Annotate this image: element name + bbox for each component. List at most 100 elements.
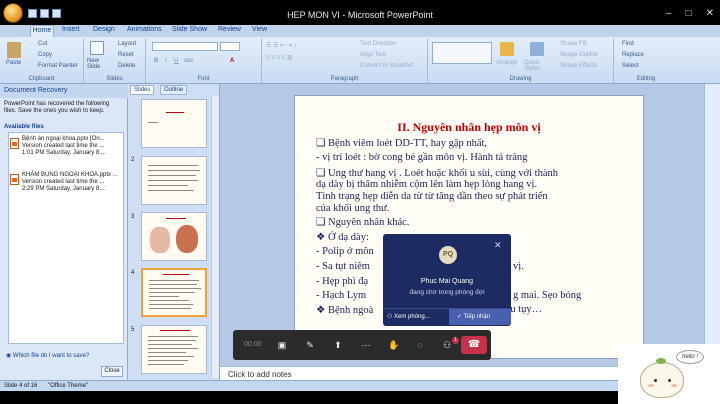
convert-smartart-button[interactable]: Convert to SmartArt: [360, 63, 413, 69]
slide-counter: Slide 4 of 16: [4, 383, 38, 389]
bun-mascot: [640, 362, 684, 398]
bold-icon[interactable]: B: [154, 58, 158, 64]
slide-bullet-fragment: g mai. Sẹo bỏng: [513, 290, 582, 301]
tab-insert[interactable]: Insert: [62, 26, 80, 33]
slide-bullet: - Hạch Lym: [316, 290, 367, 301]
quick-styles-icon[interactable]: [530, 42, 544, 56]
help-link[interactable]: ◉ Which file do I want to save?: [6, 352, 89, 359]
file-version: Version created last time the ...: [22, 179, 105, 185]
view-lobby-label: Xem phòng...: [394, 314, 430, 320]
close-recovery-button[interactable]: Close: [101, 366, 123, 377]
slide-thumbnail-selected[interactable]: [141, 268, 207, 317]
align-icons[interactable]: ≡ ≡ ≡ ≡ ▥: [266, 54, 292, 61]
tab-slide-show[interactable]: Slide Show: [172, 26, 207, 33]
status-bar: Slide 4 of 16 "Office Theme": [0, 380, 720, 391]
tab-slides[interactable]: Slides: [130, 85, 155, 95]
align-text-button[interactable]: Align Text: [360, 52, 386, 58]
clipboard-group: Paste Cut Copy Format Painter Clipboard: [0, 38, 84, 83]
participants-icon[interactable]: ⚇: [441, 340, 453, 351]
recovered-file-item[interactable]: KHÁM BỤNG NGOẠI KHOA.pptx ... Version cr…: [10, 172, 122, 206]
pptx-file-icon: [10, 174, 19, 185]
slide-bullet: Tình trạng hẹp diễn da từ từ tăng dần th…: [316, 191, 548, 202]
raise-hand-icon[interactable]: ✋: [388, 340, 400, 351]
underline-icon[interactable]: U: [174, 58, 178, 64]
slide-bullet: ❑ Bệnh viêm loét DD-TT, hay gặp nhất,: [316, 138, 488, 149]
slide-thumbnail[interactable]: [141, 212, 207, 261]
slides-scrollbar[interactable]: [211, 96, 219, 378]
font-color-icon[interactable]: A: [230, 58, 234, 64]
shapes-gallery[interactable]: [432, 42, 492, 64]
replace-button[interactable]: Replace: [622, 52, 644, 58]
camera-off-icon[interactable]: ▣: [276, 340, 288, 351]
minimize-icon[interactable]: –: [666, 8, 672, 19]
font-size-field[interactable]: [220, 42, 240, 51]
file-version: Version created last time the ...: [22, 143, 105, 149]
editor-scrollbar[interactable]: [704, 84, 720, 366]
italic-icon[interactable]: I: [165, 58, 167, 64]
shape-effects-button[interactable]: Shape Effects: [560, 63, 597, 69]
theme-name: "Office Theme": [48, 383, 89, 389]
slide-bullet: ❖ Ở dạ dày:: [316, 232, 369, 243]
tab-review[interactable]: Review: [218, 26, 241, 33]
recovered-file-item[interactable]: Bệnh án ngoại khoa.pptx [Ori... Version …: [10, 136, 122, 170]
available-files-heading: Available files: [4, 124, 44, 130]
paragraph-group: ☰ ☰ ⇤ ⇥ ↕ ≡ ≡ ≡ ≡ ▥ Text Direction Align…: [262, 38, 428, 83]
file-timestamp: 2:29 PM Saturday, January 8,...: [22, 186, 106, 192]
reset-button[interactable]: Reset: [118, 52, 134, 58]
slide-thumbnail[interactable]: [141, 99, 207, 148]
window-title: HEP MON VI - Microsoft PowerPoint: [287, 10, 433, 20]
new-slide-button[interactable]: New Slide: [87, 58, 111, 70]
select-button[interactable]: Select: [622, 63, 639, 69]
view-lobby-button[interactable]: ⚇ Xem phòng...: [387, 311, 449, 323]
hang-up-button[interactable]: ☎: [461, 336, 487, 354]
find-button[interactable]: Find: [622, 41, 634, 47]
text-direction-button[interactable]: Text Direction: [360, 41, 396, 47]
paste-button[interactable]: Paste: [6, 60, 21, 66]
bullets-icon[interactable]: ☰ ☰ ⇤ ⇥ ↕: [266, 42, 296, 49]
slide-thumbnail[interactable]: [141, 156, 207, 205]
font-name-field[interactable]: [152, 42, 218, 51]
layout-button[interactable]: Layout: [118, 41, 136, 47]
share-screen-icon[interactable]: ⬆: [332, 340, 344, 351]
tab-view[interactable]: View: [252, 26, 267, 33]
slide-number: 4: [131, 270, 135, 276]
format-painter-button[interactable]: Format Painter: [38, 63, 78, 69]
maximize-icon[interactable]: □: [686, 8, 692, 19]
chat-icon[interactable]: ◌: [414, 340, 426, 351]
tab-outline[interactable]: Outline: [160, 85, 188, 95]
quick-styles-button[interactable]: Quick Styles: [524, 60, 554, 72]
pptx-file-icon: [10, 138, 19, 149]
file-name: KHÁM BỤNG NGOẠI KHOA.pptx ...: [22, 172, 118, 178]
tab-home[interactable]: Home: [30, 25, 54, 37]
font-group: B I U abc A Font: [146, 38, 262, 83]
close-icon[interactable]: ✕: [494, 240, 502, 251]
more-icon[interactable]: ⋯: [360, 340, 372, 351]
close-icon[interactable]: ✕: [706, 8, 714, 19]
thumbnail-image: [150, 227, 170, 253]
people-icon: ⚇: [387, 314, 395, 320]
paste-icon[interactable]: [7, 42, 21, 58]
arrange-button[interactable]: Arrange: [496, 60, 517, 66]
slide-bullet: - Sa tụt niêm: [316, 261, 370, 272]
admit-button[interactable]: ✓ Tiếp nhận: [449, 309, 511, 325]
mic-off-icon[interactable]: ✎: [304, 340, 316, 351]
shape-fill-button[interactable]: Shape Fill: [560, 41, 587, 47]
slide-thumbnail[interactable]: [141, 325, 207, 374]
slide-title[interactable]: II. Nguyên nhân hẹp môn vị: [294, 120, 644, 135]
shape-outline-button[interactable]: Shape Outline: [560, 52, 598, 58]
thumbnail-image: [176, 225, 198, 253]
tab-design[interactable]: Design: [93, 26, 115, 33]
slide-bullet: ❖ Bệnh ngoà: [316, 305, 374, 316]
cut-button[interactable]: Cut: [38, 41, 47, 47]
check-icon: ✓: [457, 314, 464, 320]
strikethrough-icon[interactable]: abc: [184, 58, 194, 64]
drawing-group: Arrange Quick Styles Shape Fill Shape Ou…: [428, 38, 614, 83]
recovery-message: PowerPoint has recovered the following f…: [4, 101, 110, 114]
tab-animations[interactable]: Animations: [127, 26, 162, 33]
new-slide-icon[interactable]: [90, 41, 104, 55]
phone-icon: ☎: [467, 339, 481, 350]
arrange-icon[interactable]: [500, 42, 514, 56]
file-name: Bệnh án ngoại khoa.pptx [Ori...: [22, 136, 105, 142]
copy-button[interactable]: Copy: [38, 52, 52, 58]
delete-button[interactable]: Delete: [118, 63, 135, 69]
